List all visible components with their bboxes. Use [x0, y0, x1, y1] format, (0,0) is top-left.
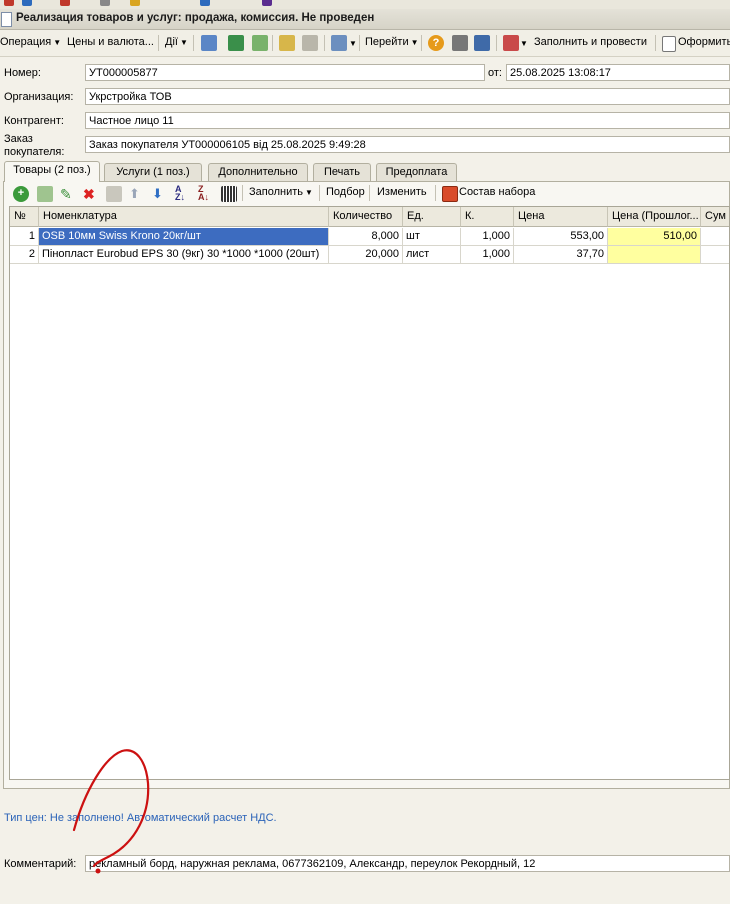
table-cell-number[interactable]: 1 [10, 228, 39, 246]
order-label-line1: Заказ [4, 133, 33, 145]
sort-desc-icon[interactable]: Z A↓ [198, 185, 214, 202]
parent-toolbar-strip [0, 0, 730, 9]
checklist-icon[interactable] [474, 35, 490, 51]
operation-menu[interactable]: Операция ▼ [0, 36, 61, 48]
tab-goods[interactable]: Товары (2 поз.) [4, 161, 100, 182]
column-header-unit[interactable]: Ед. [403, 207, 461, 227]
actions-menu[interactable]: Дії ▼ [165, 36, 188, 48]
barcode-icon[interactable] [221, 186, 237, 202]
table-cell-last-price[interactable] [608, 246, 701, 264]
list-icon[interactable] [452, 35, 468, 51]
comment-field[interactable]: рекламный борд, наружная реклама, 067736… [85, 855, 730, 872]
table-cell-sum[interactable] [701, 228, 729, 246]
fill-menu[interactable]: Заполнить ▼ [249, 186, 313, 198]
column-header-price[interactable]: Цена [514, 207, 608, 227]
order-label-line2: покупателя: [4, 146, 65, 158]
table-cell-price[interactable]: 37,70 [514, 246, 608, 264]
table-cell-price[interactable]: 553,00 [514, 228, 608, 246]
copy-row-icon[interactable] [37, 186, 53, 202]
table-cell-unit[interactable]: лист [403, 246, 461, 264]
table-cell-unit[interactable]: шт [403, 228, 461, 246]
organization-label: Организация: [4, 91, 74, 103]
end-edit-icon [106, 186, 122, 202]
document-icon [1, 12, 12, 27]
main-toolbar: Операция ▼ Цены и валюта... Дії ▼ ▼ Перейт… [0, 30, 730, 57]
date-label: от: [488, 67, 502, 79]
tab-services[interactable]: Услуги (1 поз.) [104, 163, 202, 181]
edit-row-icon[interactable]: ✎ [60, 186, 76, 202]
xml-icon[interactable] [503, 35, 519, 51]
kit-icon[interactable] [442, 186, 458, 202]
help-icon[interactable]: ? [428, 35, 444, 51]
fill-and-post-button[interactable]: Заполнить и провести [534, 36, 647, 48]
sort-asc-icon[interactable]: A Z↓ [175, 185, 191, 202]
organization-field[interactable]: Укрстройка ТОВ [85, 88, 730, 105]
column-header-number[interactable]: № [10, 207, 39, 227]
question-mark-annotation [72, 749, 150, 874]
move-down-icon[interactable]: ⬇ [152, 186, 168, 202]
goods-table[interactable]: № Номенклатура Количество Ед. К. Цена Це… [9, 206, 730, 780]
print-icon[interactable] [662, 36, 676, 52]
table-cell-coefficient[interactable]: 1,000 [461, 228, 514, 246]
table-cell-number[interactable]: 2 [10, 246, 39, 264]
column-header-last-price[interactable]: Цена (Прошлог... [608, 207, 701, 227]
column-header-sum[interactable]: Сум [701, 207, 729, 227]
file-icon[interactable] [279, 35, 295, 51]
contractor-label: Контрагент: [4, 115, 64, 127]
copy-icon[interactable] [252, 35, 268, 51]
table-cell-coefficient[interactable]: 1,000 [461, 246, 514, 264]
number-field[interactable]: УТ000005877 [85, 64, 485, 81]
goto-menu[interactable]: Перейти ▼ [365, 36, 419, 48]
window-title: Реализация товаров и услуг: продажа, ком… [16, 12, 375, 24]
prices-currency-button[interactable]: Цены и валюта... [67, 36, 154, 48]
change-button[interactable]: Изменить [377, 186, 427, 198]
window-title-bar: Реализация товаров и услуг: продажа, ком… [0, 9, 730, 30]
column-header-quantity[interactable]: Количество [329, 207, 403, 227]
tab-additional[interactable]: Дополнительно [208, 163, 308, 181]
contractor-field[interactable]: Частное лицо 11 [85, 112, 730, 129]
number-label: Номер: [4, 67, 41, 79]
kit-composition-button[interactable]: Состав набора [459, 186, 535, 198]
move-up-icon: ⬆ [129, 186, 140, 201]
table-cell-item[interactable]: Пінопласт Eurobud EPS 30 (9кг) 30 *1000 … [39, 246, 329, 264]
column-header-coefficient[interactable]: К. [461, 207, 514, 227]
table-cell-last-price[interactable]: 510,00 [608, 228, 701, 246]
delete-row-icon[interactable]: ✖ [83, 186, 99, 202]
customer-order-field[interactable]: Заказ покупателя УТ000006105 від 25.08.2… [85, 136, 730, 153]
date-field[interactable]: 25.08.2025 13:08:17 [506, 64, 730, 81]
print-form-button[interactable]: Оформить [678, 36, 730, 48]
tab-print[interactable]: Печать [313, 163, 371, 181]
table-cell-sum[interactable] [701, 246, 729, 264]
table-cell-item[interactable]: OSB 10мм Swiss Krono 20кг/шт [39, 228, 329, 246]
pick-button[interactable]: Подбор [326, 186, 365, 198]
column-header-item[interactable]: Номенклатура [39, 207, 329, 227]
post-icon[interactable] [201, 35, 217, 51]
add-row-icon[interactable]: + [13, 186, 29, 202]
table-cell-quantity[interactable]: 8,000 [329, 228, 403, 246]
tab-prepayment[interactable]: Предоплата [376, 163, 457, 181]
table-cell-quantity[interactable]: 20,000 [329, 246, 403, 264]
refresh-icon[interactable] [228, 35, 244, 51]
disabled-icon [302, 35, 318, 51]
structure-icon[interactable] [331, 35, 347, 51]
